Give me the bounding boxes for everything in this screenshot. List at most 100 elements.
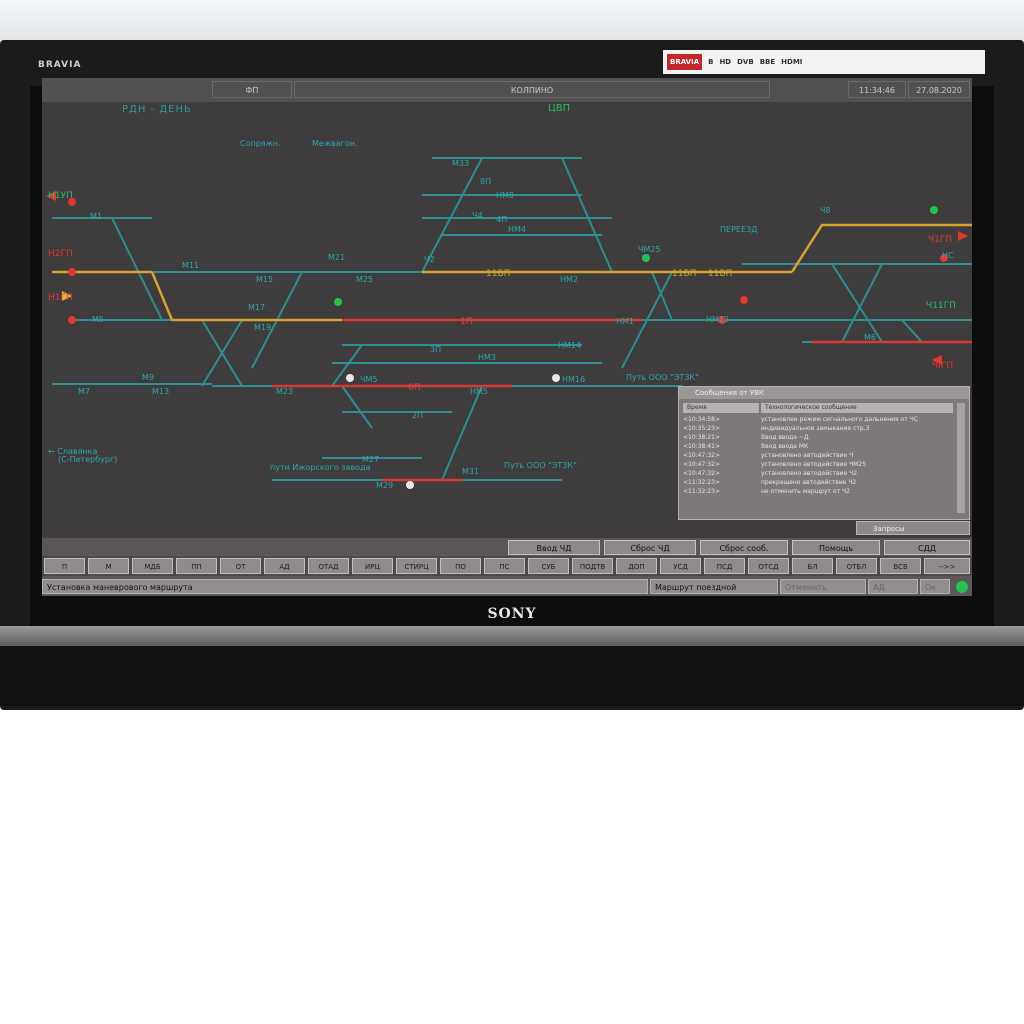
button-vsv[interactable]: ВСВ: [880, 558, 921, 574]
label-nm8: НМ8: [496, 191, 514, 200]
track-line: [561, 157, 613, 273]
label-m19: М19: [254, 323, 271, 332]
message-row[interactable]: <10:34:58> установлен режим сигнального д…: [683, 415, 963, 424]
message-row[interactable]: <10:38:21> Ввод ввода ~Д: [683, 433, 963, 442]
reset-cd-button[interactable]: Сброс ЧД: [604, 540, 696, 555]
signal-green: [334, 298, 342, 306]
sdd-button[interactable]: СДД: [884, 540, 970, 555]
label-nm5: НМ5: [470, 387, 488, 396]
button-p[interactable]: П: [44, 558, 85, 574]
message-text: Ввод ввода МК: [761, 443, 809, 450]
label-n2gp: Н2ГП: [48, 249, 73, 259]
label-ib2: 11БП: [672, 269, 696, 279]
label-nm4: НМ4: [508, 225, 526, 234]
label-nm3: НМ3: [478, 353, 496, 362]
label-m17: М17: [248, 303, 265, 312]
message-row[interactable]: <10:38:41> Ввод ввода МК: [683, 442, 963, 451]
button-po[interactable]: ПО: [440, 558, 481, 574]
label-etzk1: Путь ООО "ЭТЗК": [626, 373, 699, 382]
button-stirc[interactable]: СТИРЦ: [396, 558, 437, 574]
label-ch11gp: Ч11ГП: [926, 301, 956, 311]
badge-bravia: BRAVIA: [667, 54, 703, 70]
button-bl[interactable]: БЛ: [792, 558, 833, 574]
status-message: Установка маневрового маршрута: [42, 579, 648, 594]
label-m31: М31: [462, 467, 479, 476]
message-row[interactable]: <10:47:32> установлено автодействие Ч2: [683, 469, 963, 478]
message-time: <11:32:23>: [683, 479, 721, 486]
signal-white: [406, 481, 414, 489]
function-buttons: П М МДБ ПП ОТ АД ОТАД ИРЦ СТИРЦ ПО ПС СУ…: [42, 556, 972, 576]
label-ch4: Ч4: [472, 211, 483, 220]
button-ot[interactable]: ОТ: [220, 558, 261, 574]
label-ch2: Ч2: [424, 255, 435, 264]
message-row[interactable]: <11:32:23> прекращено автодействие Ч2: [683, 478, 963, 487]
button-otbl[interactable]: ОТБЛ: [836, 558, 877, 574]
label-m5: М5: [92, 315, 104, 324]
button-pp[interactable]: ПП: [176, 558, 217, 574]
route-yellow: [150, 271, 342, 322]
help-button[interactable]: Помощь: [792, 540, 880, 555]
button-otad[interactable]: ОТАД: [308, 558, 349, 574]
message-row[interactable]: <11:32:23> не отменить маршрут от Ч2: [683, 487, 963, 496]
label-m5b: ЧМ5: [360, 375, 377, 384]
label-nm14: НМ14: [558, 341, 581, 350]
ad-button[interactable]: АД: [868, 579, 918, 594]
button-m[interactable]: М: [88, 558, 129, 574]
tv-control-strip: [0, 626, 1024, 646]
button-ad[interactable]: АД: [264, 558, 305, 574]
button-dop[interactable]: ДОП: [616, 558, 657, 574]
label-ns: НС: [942, 251, 954, 260]
label-track2: 2П: [412, 411, 423, 420]
label-etzk2: Путь ООО "ЭТЗК": [504, 461, 577, 470]
button-mdb[interactable]: МДБ: [132, 558, 173, 574]
badge-b: B: [708, 58, 714, 66]
date: 27.08.2020: [908, 81, 970, 98]
message-row[interactable]: <10:47:32> установлено автодействие ЧМ25: [683, 460, 963, 469]
label-m6b: М6: [864, 333, 876, 342]
messages-col-time: Время: [683, 403, 759, 413]
track-line: [841, 263, 883, 343]
feature-badges: BRAVIA B HD DVB BBE HDMI: [663, 50, 985, 74]
message-row[interactable]: <10:35:23> индивидуальное замыкание стр.3: [683, 424, 963, 433]
label-m11: М11: [182, 261, 199, 270]
arrow-right-icon: [958, 231, 968, 241]
badge-dvb: DVB: [737, 58, 754, 66]
input-cd-button[interactable]: Ввод ЧД: [508, 540, 600, 555]
command-bar: Ввод ЧД Сброс ЧД Сброс сооб. Помощь СДД: [42, 538, 972, 556]
cancel-button[interactable]: Отменить: [780, 579, 866, 594]
button-irc[interactable]: ИРЦ: [352, 558, 393, 574]
button-otsd[interactable]: ОТСД: [748, 558, 789, 574]
track-line: [341, 385, 373, 429]
ok-button[interactable]: Ок: [920, 579, 950, 594]
requests-window[interactable]: Запросы: [856, 521, 970, 535]
message-text: установлено автодействие Ч: [761, 452, 854, 459]
signal-red: [68, 316, 76, 324]
message-time: <10:35:23>: [683, 425, 721, 432]
button-podtv[interactable]: ПОДТВ: [572, 558, 613, 574]
track-line: [441, 385, 483, 481]
field-label: ФП: [212, 81, 292, 98]
message-time: <10:47:32>: [683, 470, 721, 477]
reset-messages-button[interactable]: Сброс сооб.: [700, 540, 788, 555]
messages-scrollbar[interactable]: [957, 403, 965, 513]
message-time: <11:32:23>: [683, 488, 721, 495]
badge-bbe: BBE: [759, 58, 776, 66]
signal-white: [346, 374, 354, 382]
label-m23: М23: [276, 387, 293, 396]
message-time: <10:38:21>: [683, 434, 721, 441]
messages-window[interactable]: Сообщения от УВК Время Технологическое с…: [678, 386, 970, 520]
button-psd[interactable]: ПСД: [704, 558, 745, 574]
message-row[interactable]: <10:47:32> установлено автодействие Ч: [683, 451, 963, 460]
status-indicator-icon: [956, 581, 968, 593]
badge-hdmi: HDMI: [781, 58, 803, 66]
label-ch1gp: Ч1ГП: [928, 235, 952, 245]
button-usd[interactable]: УСД: [660, 558, 701, 574]
label-m7: М7: [78, 387, 90, 396]
label-ib: 11БП: [486, 269, 510, 279]
clock: 11:34:46: [848, 81, 906, 98]
track-line: [111, 217, 163, 321]
button-next[interactable]: -->>: [924, 558, 970, 574]
button-ps[interactable]: ПС: [484, 558, 525, 574]
button-sub[interactable]: СУБ: [528, 558, 569, 574]
message-text: прекращено автодействие Ч2: [761, 479, 857, 486]
